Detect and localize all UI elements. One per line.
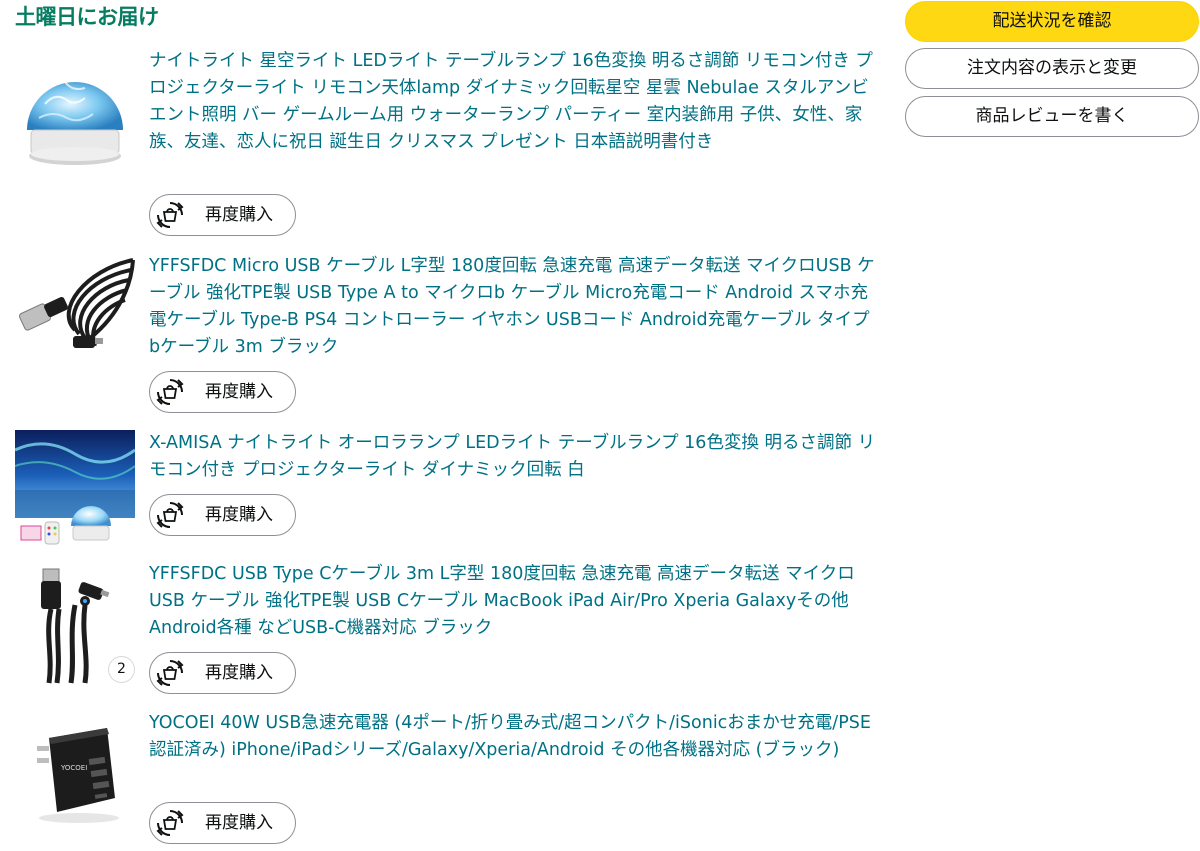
product-title-link[interactable]: YFFSFDC Micro USB ケーブル L字型 180度回転 急速充電 高… <box>149 253 879 361</box>
delivery-date-heading: 土曜日にお届け <box>15 5 159 29</box>
track-package-button[interactable]: 配送状況を確認 <box>905 1 1199 42</box>
product-title-link[interactable]: X-AMISA ナイトライト オーロラランプ LEDライト テーブルランプ 16… <box>149 430 879 484</box>
quantity-badge: 2 <box>109 657 134 682</box>
buy-again-label: 再度購入 <box>205 813 273 833</box>
product-image-micro-usb-cable[interactable] <box>15 250 135 360</box>
product-title-link[interactable]: YOCOEI 40W USB急速充電器 (4ポート/折り畳み式/超コンパクト/i… <box>149 710 879 764</box>
rebuy-icon <box>156 379 184 405</box>
rebuy-icon <box>156 810 184 836</box>
write-review-button[interactable]: 商品レビューを書く <box>905 96 1199 137</box>
product-image-usb-charger[interactable]: YOCOEI <box>15 718 135 828</box>
buy-again-button[interactable]: 再度購入 <box>149 652 296 694</box>
buy-again-button[interactable]: 再度購入 <box>149 494 296 536</box>
buy-again-button[interactable]: 再度購入 <box>149 371 296 413</box>
rebuy-icon <box>156 502 184 528</box>
charger-brand-print: YOCOEI <box>60 764 87 772</box>
product-title-link[interactable]: ナイトライト 星空ライト LEDライト テーブルランプ 16色変換 明るさ調節 … <box>149 48 879 156</box>
view-edit-order-button[interactable]: 注文内容の表示と変更 <box>905 48 1199 89</box>
buy-again-label: 再度購入 <box>205 663 273 683</box>
order-card: 土曜日にお届け 配送状況を確認 注文内容の表示と変更 商品レビューを書く ナイト… <box>0 0 1200 851</box>
product-title-link[interactable]: YFFSFDC USB Type Cケーブル 3m L字型 180度回転 急速充… <box>149 561 879 642</box>
rebuy-icon <box>156 660 184 686</box>
rebuy-icon <box>156 202 184 228</box>
buy-again-label: 再度購入 <box>205 205 273 225</box>
buy-again-label: 再度購入 <box>205 382 273 402</box>
product-image-aurora-lamp[interactable] <box>15 430 135 548</box>
buy-again-button[interactable]: 再度購入 <box>149 194 296 236</box>
buy-again-label: 再度購入 <box>205 505 273 525</box>
product-image-star-lamp[interactable] <box>15 52 135 174</box>
buy-again-button[interactable]: 再度購入 <box>149 802 296 844</box>
